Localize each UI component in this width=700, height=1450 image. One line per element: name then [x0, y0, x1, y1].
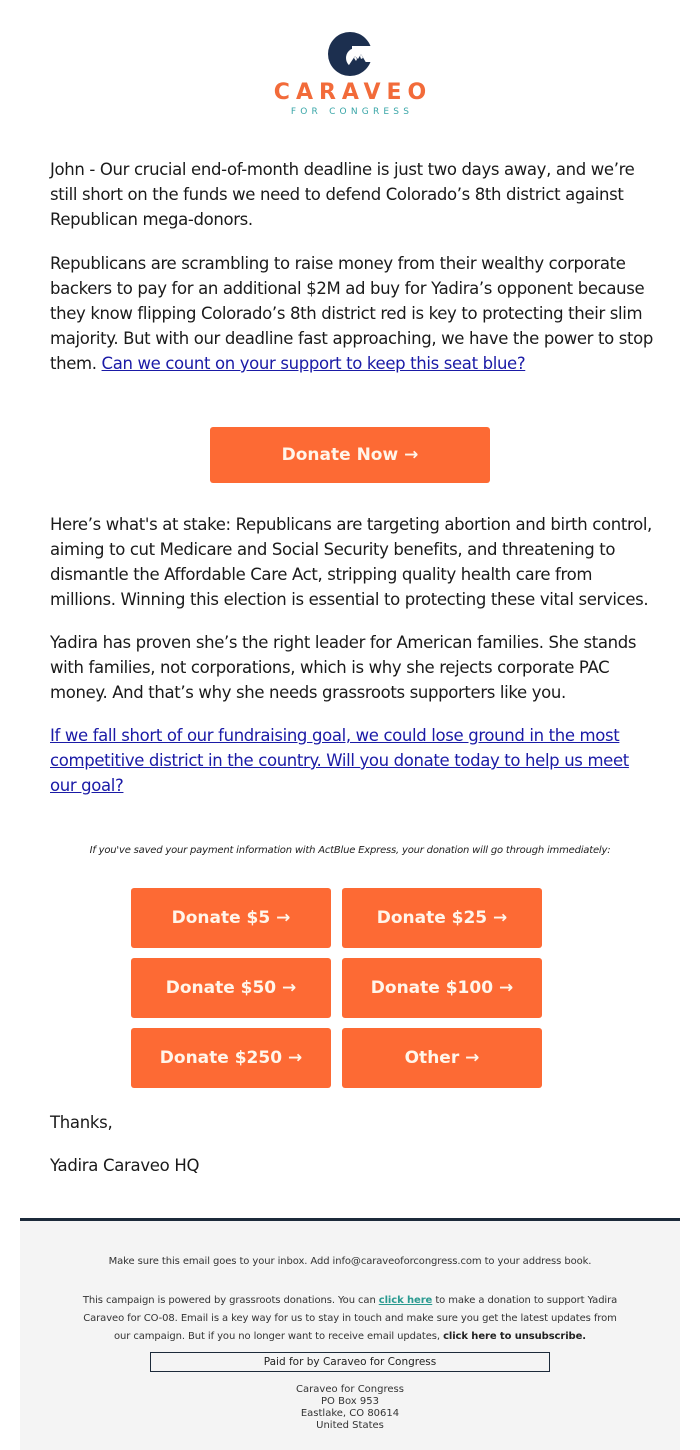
signature: Yadira Caraveo HQ — [50, 1156, 200, 1175]
paragraph-intro: John - Our crucial end-of-month deadline… — [50, 160, 635, 229]
email-footer: Make sure this email goes to your inbox.… — [20, 1218, 680, 1450]
address-line: Eastlake, CO 80614 — [300, 1408, 400, 1419]
address-line: United States — [316, 1420, 384, 1431]
donate-250-button[interactable]: Donate $250 → — [131, 1028, 331, 1088]
address-line: PO Box 953 — [321, 1396, 379, 1407]
logo-wordmark: CARAVEO — [273, 80, 433, 105]
paragraph-yadira: Yadira has proven she’s the right leader… — [50, 633, 637, 702]
paid-for-disclaimer: Paid for by Caraveo for Congress — [150, 1352, 550, 1372]
email-body-2: Here’s what's at stake: Republicans are … — [50, 512, 660, 798]
paragraph-goal: If we fall short of our fundraising goal… — [50, 723, 660, 798]
donate-now-button[interactable]: Donate Now → — [210, 427, 490, 483]
inbox-note: Make sure this email goes to your inbox.… — [108, 1256, 592, 1267]
unsubscribe-link[interactable]: click here to unsubscribe. — [443, 1331, 586, 1342]
logo-subtitle: FOR CONGRESS — [290, 107, 414, 117]
paragraph-republicans: Republicans are scrambling to raise mone… — [50, 251, 660, 376]
caraveo-c-mountain-icon — [328, 32, 374, 76]
donate-50-button[interactable]: Donate $50 → — [131, 958, 331, 1018]
donate-5-button[interactable]: Donate $5 → — [131, 888, 331, 948]
signoff: Thanks, — [50, 1113, 113, 1132]
email-body: John - Our crucial end-of-month deadline… — [50, 157, 660, 376]
mailing-address: Caraveo for Congress PO Box 953 Eastlake… — [20, 1384, 680, 1432]
paragraph-stakes: Here’s what's at stake: Republicans are … — [50, 515, 652, 609]
donate-25-button[interactable]: Donate $25 → — [342, 888, 542, 948]
campaign-logo: CARAVEO FOR CONGRESS — [0, 30, 700, 118]
footer-text: This campaign is powered by grassroots d… — [82, 1295, 379, 1306]
goal-link[interactable]: If we fall short of our fundraising goal… — [50, 726, 629, 795]
donate-other-button[interactable]: Other → — [342, 1028, 542, 1088]
footer-donate-link[interactable]: click here — [379, 1295, 433, 1306]
donate-amount-grid: Donate $5 → Donate $25 → Donate $50 → Do… — [131, 888, 542, 1088]
donate-100-button[interactable]: Donate $100 → — [342, 958, 542, 1018]
actblue-note: If you've saved your payment information… — [89, 845, 611, 856]
footer-paragraph: This campaign is powered by grassroots d… — [75, 1292, 625, 1346]
address-line: Caraveo for Congress — [296, 1384, 404, 1395]
support-link[interactable]: Can we count on your support to keep thi… — [102, 354, 526, 373]
